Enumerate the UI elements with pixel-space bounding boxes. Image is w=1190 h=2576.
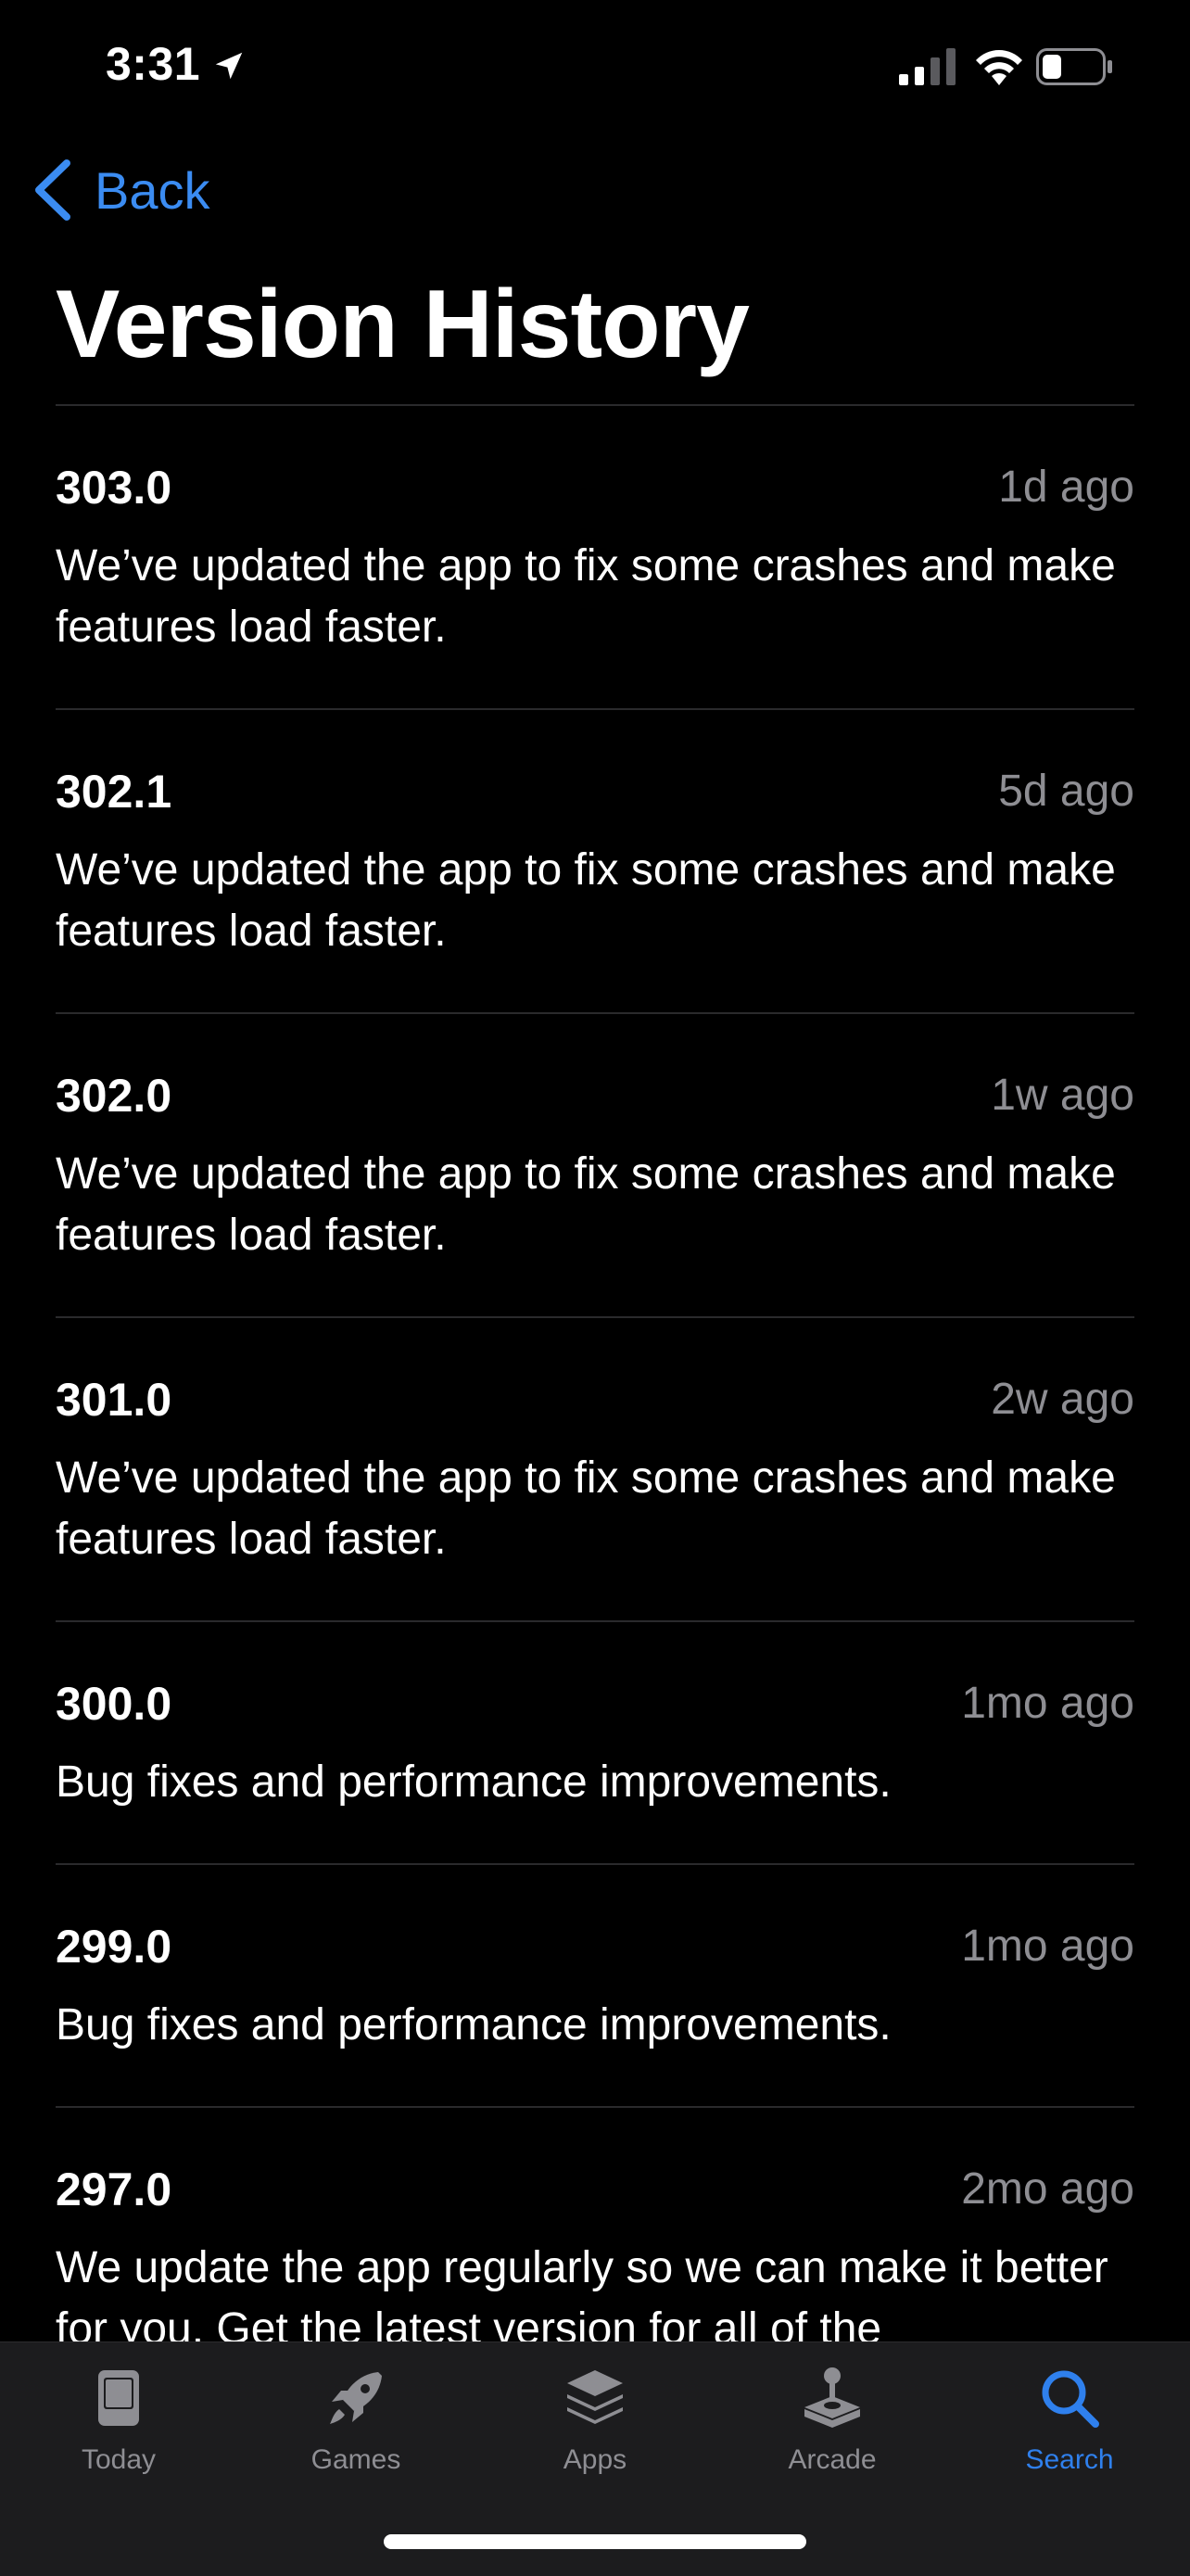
version-date: 1mo ago bbox=[961, 1922, 1134, 1971]
version-notes: Bug fixes and performance improvements. bbox=[56, 1758, 892, 1807]
page-title: Version History bbox=[56, 271, 750, 378]
version-notes: We’ve updated the app to fix some crashe… bbox=[56, 541, 1116, 652]
version-number: 300.0 bbox=[56, 1678, 172, 1730]
tab-label: Games bbox=[310, 2444, 401, 2475]
tab-label: Arcade bbox=[788, 2444, 877, 2475]
version-date: 1mo ago bbox=[961, 1679, 1134, 1728]
today-icon bbox=[98, 2370, 139, 2426]
tab-label: Today bbox=[81, 2444, 157, 2475]
version-number: 297.0 bbox=[56, 2164, 172, 2215]
battery-icon bbox=[1036, 48, 1112, 85]
version-number: 299.0 bbox=[56, 1921, 172, 1973]
version-item: 300.0 1mo ago Bug fixes and performance … bbox=[56, 1622, 1134, 1865]
home-indicator bbox=[384, 2534, 806, 2549]
tab-today[interactable]: Today bbox=[0, 2363, 237, 2502]
status-time: 3:31 bbox=[106, 38, 201, 90]
version-date: 2w ago bbox=[991, 1375, 1134, 1424]
back-label: Back bbox=[95, 160, 210, 220]
status-bar: 3:31 bbox=[0, 0, 1190, 130]
version-number: 301.0 bbox=[56, 1374, 172, 1426]
version-item: 302.1 5d ago We’ve updated the app to fi… bbox=[56, 710, 1134, 1014]
search-icon bbox=[1042, 2370, 1099, 2428]
version-notes: We’ve updated the app to fix some crashe… bbox=[56, 1149, 1116, 1260]
version-list: 303.0 1d ago We’ve updated the app to fi… bbox=[56, 404, 1134, 2479]
cellular-signal-icon bbox=[899, 48, 956, 85]
version-item: 302.0 1w ago We’ve updated the app to fi… bbox=[56, 1014, 1134, 1318]
tab-games[interactable]: Games bbox=[237, 2363, 475, 2502]
version-item: 299.0 1mo ago Bug fixes and performance … bbox=[56, 1865, 1134, 2108]
tab-label: Apps bbox=[563, 2444, 627, 2475]
version-date: 5d ago bbox=[998, 767, 1134, 816]
tab-arcade[interactable]: Arcade bbox=[714, 2363, 951, 2502]
version-date: 2mo ago bbox=[961, 2164, 1134, 2214]
back-button[interactable]: Back bbox=[32, 156, 210, 224]
tab-search[interactable]: Search bbox=[951, 2363, 1188, 2502]
rocket-icon bbox=[330, 2372, 382, 2424]
apps-stack-icon bbox=[567, 2370, 623, 2424]
version-notes: We’ve updated the app to fix some crashe… bbox=[56, 1453, 1116, 1564]
version-number: 302.0 bbox=[56, 1070, 172, 1122]
version-notes: Bug fixes and performance improvements. bbox=[56, 2000, 892, 2049]
tab-label: Search bbox=[1025, 2444, 1114, 2475]
version-item: 301.0 2w ago We’ve updated the app to fi… bbox=[56, 1318, 1134, 1622]
version-date: 1w ago bbox=[991, 1071, 1134, 1120]
version-number: 302.1 bbox=[56, 766, 172, 818]
location-arrow-icon bbox=[215, 52, 243, 80]
version-notes: We’ve updated the app to fix some crashe… bbox=[56, 845, 1116, 956]
version-date: 1d ago bbox=[998, 463, 1134, 512]
version-number: 303.0 bbox=[56, 462, 172, 514]
version-item: 303.0 1d ago We’ve updated the app to fi… bbox=[56, 406, 1134, 710]
chevron-left-icon bbox=[35, 159, 70, 221]
joystick-icon bbox=[804, 2367, 860, 2428]
wifi-icon bbox=[976, 50, 1022, 85]
tab-apps[interactable]: Apps bbox=[476, 2363, 714, 2502]
